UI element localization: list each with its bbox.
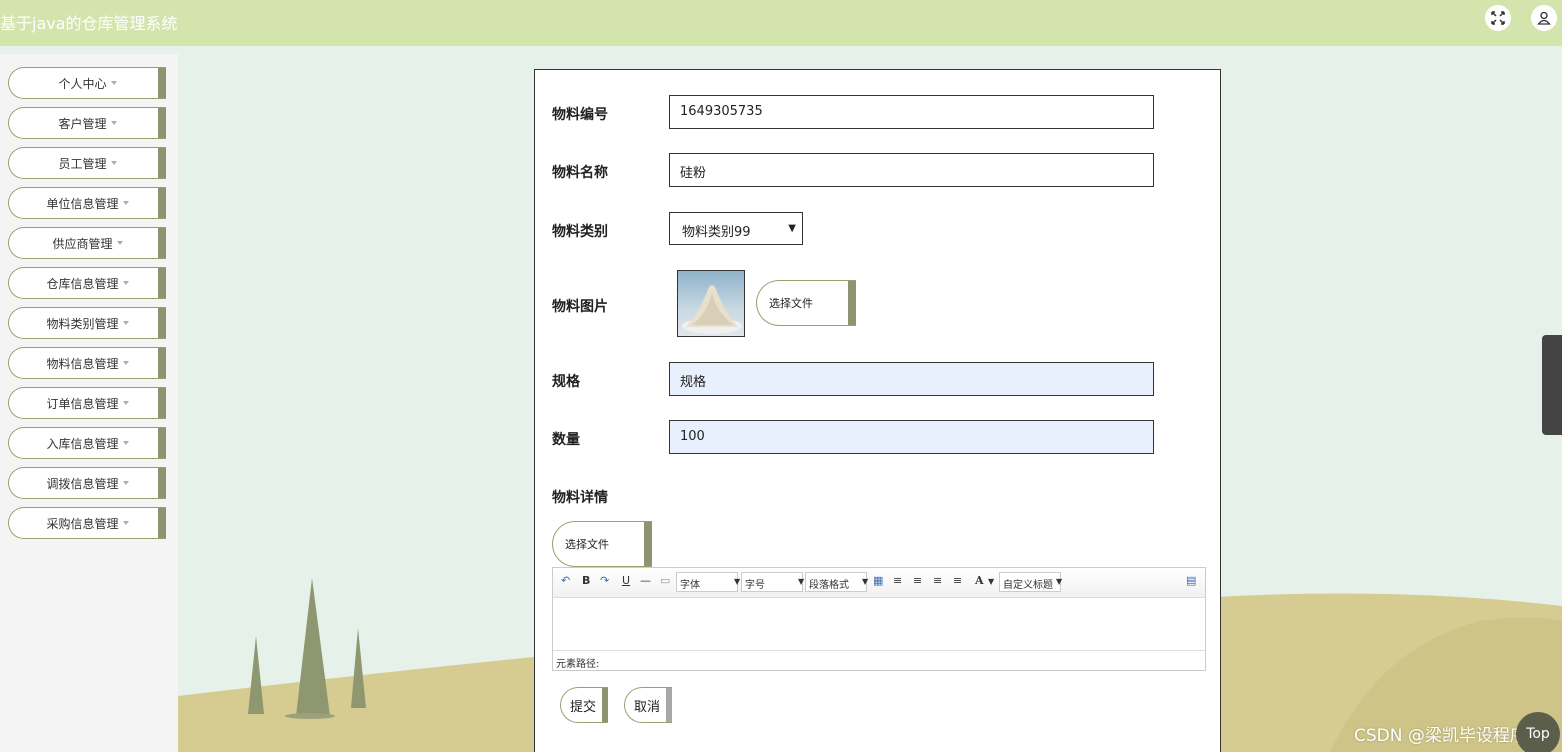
side-drawer-tab[interactable] xyxy=(1542,335,1562,435)
detail-choose-file-button[interactable]: 选择文件 xyxy=(552,521,652,567)
redo-icon[interactable]: ↷ xyxy=(600,574,609,587)
code-input[interactable]: 1649305735 xyxy=(669,95,1154,129)
font-color-button[interactable]: A xyxy=(975,574,984,587)
category-select[interactable]: 物料类别99 ▼ xyxy=(669,212,803,245)
sidebar-item-transfers[interactable]: 调拨信息管理 xyxy=(8,467,166,499)
sidebar-item-label: 供应商管理 xyxy=(52,236,113,251)
user-icon xyxy=(1537,11,1551,25)
caret-down-icon xyxy=(110,81,117,85)
material-image-preview xyxy=(677,270,745,337)
underline-button[interactable]: U xyxy=(622,574,630,587)
user-button[interactable] xyxy=(1531,5,1557,31)
sidebar-item-label: 个人中心 xyxy=(58,76,107,91)
font-family-select[interactable]: 字体 xyxy=(676,572,738,592)
caret-down-icon xyxy=(122,481,129,485)
sidebar-item-units[interactable]: 单位信息管理 xyxy=(8,187,166,219)
sidebar-item-label: 订单信息管理 xyxy=(46,396,119,411)
sidebar-item-orders[interactable]: 订单信息管理 xyxy=(8,387,166,419)
align-left-icon[interactable]: ≡ xyxy=(893,574,902,587)
editor-element-path: 元素路径: xyxy=(553,650,1205,670)
caret-down-icon xyxy=(116,241,123,245)
paragraph-format-select[interactable]: 段落格式 xyxy=(805,572,867,592)
detail-label: 物料详情 xyxy=(552,490,608,506)
back-to-top-button[interactable]: Top xyxy=(1516,712,1560,752)
table-icon[interactable]: ▦ xyxy=(873,574,883,587)
editor-toolbar: ↶ B ↷ U — ▭ 字体 ▼ 字号 ▼ 段落格式 ▼ ▦ ≡ ≡ ≡ ≡ A… xyxy=(553,568,1205,598)
sidebar-item-warehouses[interactable]: 仓库信息管理 xyxy=(8,267,166,299)
sidebar-item-label: 单位信息管理 xyxy=(46,196,119,211)
category-select-value: 物料类别99 xyxy=(682,225,751,240)
sidebar-item-label: 物料类别管理 xyxy=(46,316,119,331)
sidebar-item-label: 客户管理 xyxy=(58,116,107,131)
category-label: 物料类别 xyxy=(552,224,608,240)
sidebar-item-employees[interactable]: 员工管理 xyxy=(8,147,166,179)
sidebar-item-material-categories[interactable]: 物料类别管理 xyxy=(8,307,166,339)
sidebar-item-label: 物料信息管理 xyxy=(46,356,119,371)
preview-icon[interactable]: ▤ xyxy=(1186,574,1196,587)
caret-down-icon: ▼ xyxy=(1056,577,1063,586)
sidebar: 个人中心 客户管理 员工管理 单位信息管理 供应商管理 仓库信息管理 物料类别管… xyxy=(0,54,178,752)
caret-down-icon: ▼ xyxy=(798,577,805,586)
app-title: 基于java的仓库管理系统 xyxy=(0,14,178,33)
chevron-down-icon: ▼ xyxy=(788,223,796,234)
sidebar-item-inbound[interactable]: 入库信息管理 xyxy=(8,427,166,459)
code-label: 物料编号 xyxy=(552,107,608,123)
name-label: 物料名称 xyxy=(552,165,608,181)
page-icon[interactable]: ▭ xyxy=(660,574,670,587)
name-input[interactable]: 硅粉 xyxy=(669,153,1154,187)
sidebar-item-customers[interactable]: 客户管理 xyxy=(8,107,166,139)
rich-text-editor: ↶ B ↷ U — ▭ 字体 ▼ 字号 ▼ 段落格式 ▼ ▦ ≡ ≡ ≡ ≡ A… xyxy=(552,567,1206,671)
caret-down-icon xyxy=(110,161,117,165)
sidebar-item-suppliers[interactable]: 供应商管理 xyxy=(8,227,166,259)
spec-label: 规格 xyxy=(552,374,580,390)
image-choose-file-button[interactable]: 选择文件 xyxy=(756,280,856,326)
top-bar: 基于java的仓库管理系统 xyxy=(0,0,1562,46)
caret-down-icon xyxy=(122,521,129,525)
align-center-icon[interactable]: ≡ xyxy=(933,574,942,587)
align-justify-icon[interactable]: ≡ xyxy=(953,574,962,587)
undo-icon[interactable]: ↶ xyxy=(561,574,570,587)
caret-down-icon: ▼ xyxy=(734,577,741,586)
caret-down-icon: ▼ xyxy=(862,577,869,586)
sidebar-item-label: 仓库信息管理 xyxy=(46,276,119,291)
caret-down-icon xyxy=(122,281,129,285)
sidebar-item-label: 入库信息管理 xyxy=(46,436,119,451)
material-form: 物料编号 1649305735 物料名称 硅粉 物料类别 物料类别99 ▼ 物料… xyxy=(534,69,1221,752)
sidebar-item-personal-center[interactable]: 个人中心 xyxy=(8,67,166,99)
sidebar-item-materials[interactable]: 物料信息管理 xyxy=(8,347,166,379)
sidebar-item-label: 员工管理 xyxy=(58,156,107,171)
submit-button[interactable]: 提交 xyxy=(560,687,608,723)
bold-button[interactable]: B xyxy=(582,574,590,587)
caret-down-icon xyxy=(110,121,117,125)
spec-input[interactable]: 规格 xyxy=(669,362,1154,396)
caret-down-icon xyxy=(122,361,129,365)
align-right-icon[interactable]: ≡ xyxy=(913,574,922,587)
quantity-input[interactable]: 100 xyxy=(669,420,1154,454)
sidebar-item-label: 采购信息管理 xyxy=(46,516,119,531)
caret-down-icon xyxy=(122,441,129,445)
caret-down-icon: ▼ xyxy=(988,577,995,586)
caret-down-icon xyxy=(122,321,129,325)
custom-title-select[interactable]: 自定义标题 xyxy=(999,572,1061,592)
expand-icon xyxy=(1491,11,1505,25)
sidebar-item-purchases[interactable]: 采购信息管理 xyxy=(8,507,166,539)
font-size-select[interactable]: 字号 xyxy=(741,572,803,592)
fullscreen-button[interactable] xyxy=(1485,5,1511,31)
quantity-label: 数量 xyxy=(552,432,580,448)
cancel-button[interactable]: 取消 xyxy=(624,687,672,723)
caret-down-icon xyxy=(122,401,129,405)
sidebar-item-label: 调拨信息管理 xyxy=(46,476,119,491)
horizontal-rule-icon[interactable]: — xyxy=(640,574,651,587)
caret-down-icon xyxy=(122,201,129,205)
csdn-watermark: CSDN @梁凯毕设程序 xyxy=(1354,726,1527,746)
image-label: 物料图片 xyxy=(552,299,608,315)
